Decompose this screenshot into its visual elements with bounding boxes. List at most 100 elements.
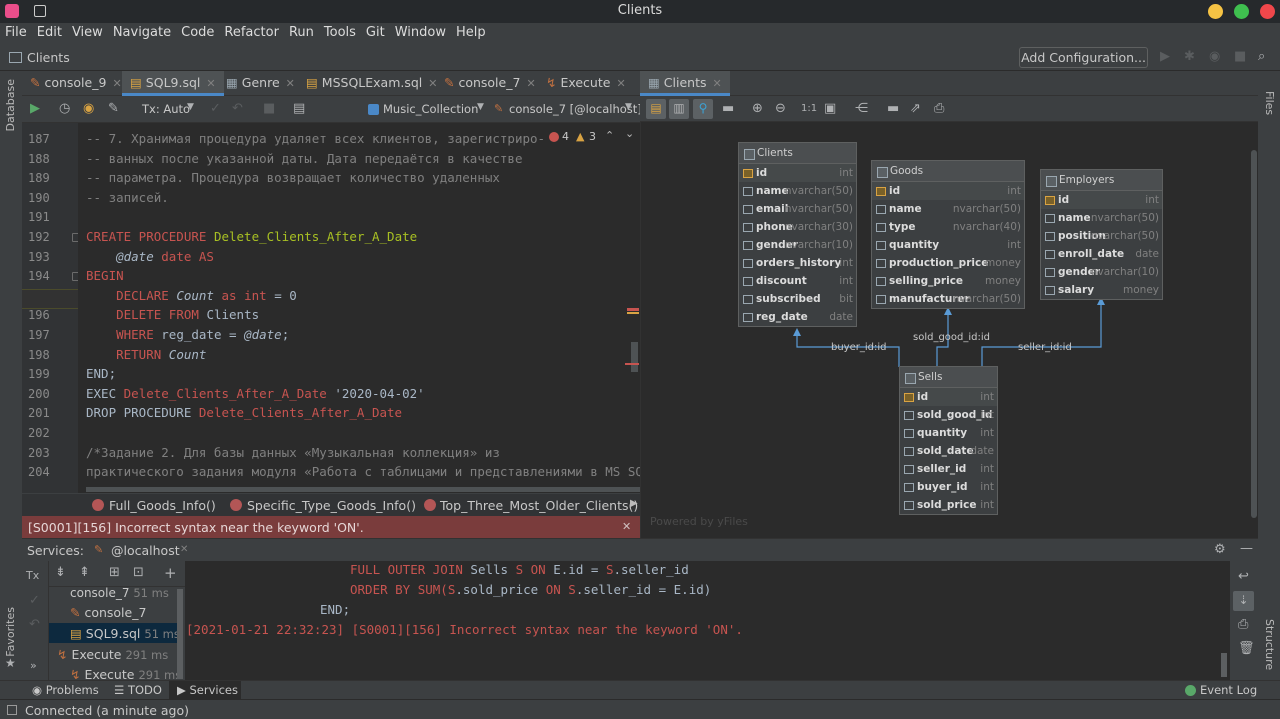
menu-edit[interactable]: Edit: [32, 23, 67, 40]
er-diagram[interactable]: Powered by yFiles buyer_id:id sold_good_…: [640, 122, 1258, 538]
services-output[interactable]: FULL OUTER JOIN Sells S ON E.id = S.sell…: [185, 561, 1230, 680]
stop-icon[interactable]: ■: [263, 101, 275, 116]
line-number[interactable]: 193: [22, 250, 70, 264]
transaction-icon[interactable]: Tx: [26, 569, 39, 582]
trash-icon[interactable]: 🗑: [1238, 641, 1255, 656]
show-types-icon[interactable]: ▥: [669, 99, 689, 119]
menu-code[interactable]: Code: [176, 23, 219, 40]
scroll-to-end-icon[interactable]: ⇣: [1233, 591, 1254, 611]
services-tab-localhost[interactable]: @localhost: [111, 543, 180, 558]
output-scrollbar[interactable]: [1221, 653, 1227, 677]
column-row[interactable]: quantity int: [872, 236, 1024, 254]
column-row[interactable]: gender nvarchar(10): [1041, 263, 1162, 281]
line-number[interactable]: 199: [22, 367, 70, 381]
line-number[interactable]: 204: [22, 465, 70, 479]
actual-size-icon[interactable]: 1:1: [801, 103, 817, 114]
close-icon[interactable]: ✕: [286, 77, 295, 90]
column-row[interactable]: selling_price money: [872, 272, 1024, 290]
rollback-icon[interactable]: ↶: [29, 617, 40, 632]
zoom-in-icon[interactable]: ⊕: [752, 101, 763, 116]
coverage-icon[interactable]: ◉: [1209, 49, 1220, 64]
line-number[interactable]: 192: [22, 230, 70, 244]
services-tab[interactable]: ▶ Services: [177, 683, 238, 697]
layout-icon[interactable]: ⋲: [855, 101, 868, 116]
line-number[interactable]: 187: [22, 132, 70, 146]
maximize-button[interactable]: [1234, 4, 1249, 19]
favorites-tool-tab[interactable]: Favorites: [4, 607, 17, 657]
column-row[interactable]: position nvarchar(50): [1041, 227, 1162, 245]
column-row[interactable]: id int: [872, 182, 1024, 200]
column-row[interactable]: discount int: [739, 272, 856, 290]
tab-console-7[interactable]: ✎ console_7 ✕: [436, 71, 544, 96]
menu-run[interactable]: Run: [284, 23, 319, 40]
save-icon[interactable]: ▬: [887, 101, 899, 116]
menu-help[interactable]: Help: [451, 23, 491, 40]
event-log-tab[interactable]: Event Log: [1200, 683, 1257, 697]
debug-icon[interactable]: ✱: [1184, 49, 1195, 64]
warning-count[interactable]: 3: [589, 130, 596, 143]
explain-plan-icon[interactable]: ◉: [83, 101, 94, 116]
execute-icon[interactable]: ▶: [30, 101, 40, 116]
history-icon[interactable]: ◷: [59, 101, 70, 116]
column-row[interactable]: reg_date date: [739, 308, 856, 326]
breadcrumb-item[interactable]: Specific_Type_Goods_Info(): [247, 498, 416, 513]
commit-icon[interactable]: ✓: [29, 593, 40, 608]
tree-item[interactable]: ✎ console_7: [70, 605, 146, 620]
line-number[interactable]: 194: [22, 269, 70, 283]
close-icon[interactable]: ✕: [180, 544, 188, 555]
commit-icon[interactable]: ✓: [210, 101, 221, 116]
column-row[interactable]: name nvarchar(50): [739, 182, 856, 200]
structure-tool-tab[interactable]: Structure: [1263, 619, 1276, 670]
close-icon[interactable]: ✕: [526, 77, 535, 90]
show-columns-icon[interactable]: ▤: [646, 99, 666, 119]
column-row[interactable]: sold_good_id int: [900, 406, 997, 424]
table-employers[interactable]: Employers id int name nvarchar(50) position nv…: [1040, 169, 1163, 300]
tab-execute[interactable]: ↯ Execute ✕: [538, 71, 634, 96]
line-number[interactable]: 202: [22, 426, 70, 440]
column-row[interactable]: sold_date date: [900, 442, 997, 460]
line-number[interactable]: 197: [22, 328, 70, 342]
menu-git[interactable]: Git: [361, 23, 390, 40]
problems-tab[interactable]: ◉ Problems: [32, 683, 99, 697]
column-row[interactable]: sold_price int: [900, 496, 997, 514]
print-icon[interactable]: ⎙: [1238, 617, 1248, 632]
line-number[interactable]: 188: [22, 152, 70, 166]
column-row[interactable]: quantity int: [900, 424, 997, 442]
collapse-all-icon[interactable]: ⇞: [79, 565, 90, 580]
column-row[interactable]: seller_id int: [900, 460, 997, 478]
line-number[interactable]: 203: [22, 446, 70, 460]
tree-scrollbar[interactable]: [177, 589, 183, 679]
chevron-up-icon[interactable]: ⌃: [605, 129, 614, 142]
soft-wrap-icon[interactable]: ↩: [1238, 569, 1249, 584]
column-row[interactable]: manufacturer nvarchar(50): [872, 290, 1024, 308]
menu-file[interactable]: File: [0, 23, 32, 40]
show-keys-icon[interactable]: ⚲: [693, 99, 713, 119]
column-row[interactable]: orders_history int: [739, 254, 856, 272]
column-row[interactable]: id int: [900, 388, 997, 406]
gear-icon[interactable]: ⚙: [1214, 542, 1226, 557]
column-row[interactable]: id int: [739, 164, 856, 182]
menu-tools[interactable]: Tools: [319, 23, 361, 40]
line-number[interactable]: 191: [22, 210, 70, 224]
close-icon[interactable]: ✕: [713, 77, 722, 90]
column-row[interactable]: name nvarchar(50): [1041, 209, 1162, 227]
column-row[interactable]: subscribed bit: [739, 290, 856, 308]
tab-console-9[interactable]: ✎ console_9 ✕: [22, 71, 130, 96]
print-icon[interactable]: ⎙: [934, 101, 944, 116]
close-button[interactable]: [1260, 4, 1275, 19]
column-row[interactable]: salary money: [1041, 281, 1162, 299]
scrollbar-thumb[interactable]: [631, 342, 638, 372]
breadcrumb[interactable]: Clients: [27, 50, 70, 65]
line-number[interactable]: 198: [22, 348, 70, 362]
zoom-out-icon[interactable]: ⊖: [775, 101, 786, 116]
fit-content-icon[interactable]: ▣: [824, 101, 836, 116]
menu-navigate[interactable]: Navigate: [108, 23, 176, 40]
database-tool-tab[interactable]: Database: [4, 79, 17, 132]
column-row[interactable]: production_price money: [872, 254, 1024, 272]
run-icon[interactable]: ▶: [1160, 49, 1170, 64]
stop-icon[interactable]: ■: [1234, 49, 1246, 64]
line-number[interactable]: 196: [22, 308, 70, 322]
transaction-mode-dropdown[interactable]: Tx: Auto: [142, 102, 190, 116]
files-tool-tab[interactable]: Files: [1263, 91, 1276, 115]
line-number[interactable]: 189: [22, 171, 70, 185]
